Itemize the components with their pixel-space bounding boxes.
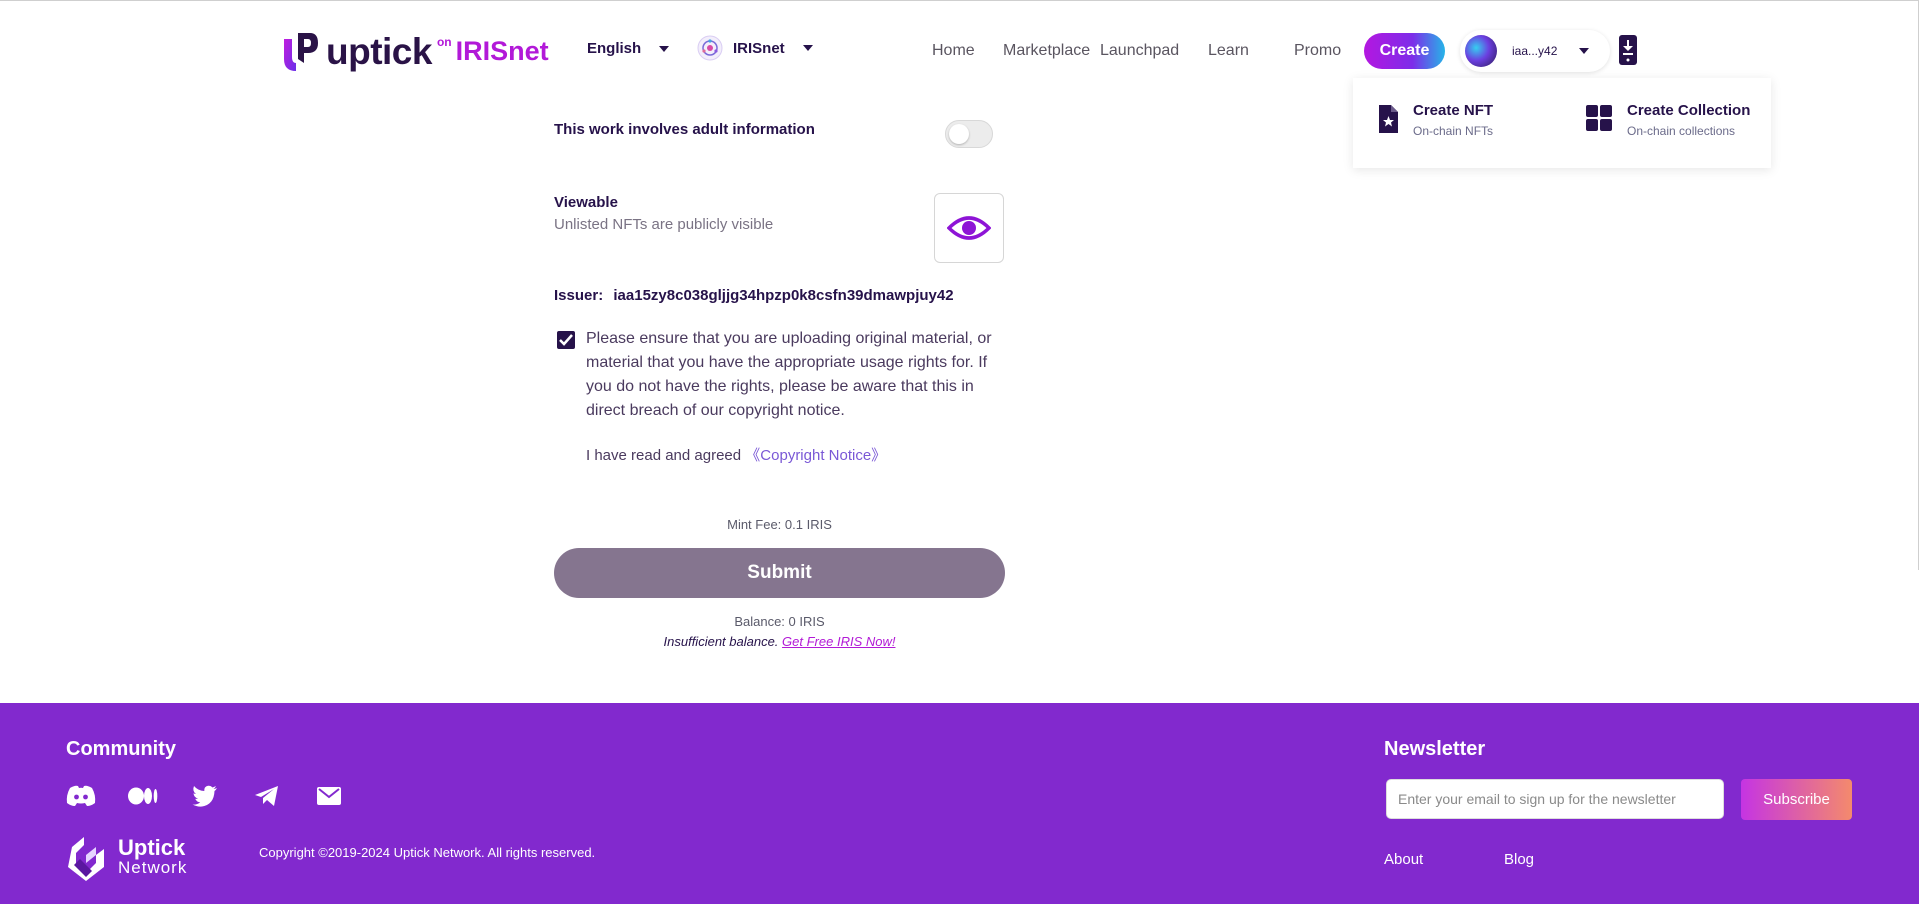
chevron-down-icon (659, 45, 670, 52)
uptick-logo[interactable]: uptick on IRISnet (280, 28, 549, 74)
issuer-row: Issuer: iaa15zy8c038gljjg34hpzp0k8csfn39… (554, 287, 954, 304)
viewable-toggle-button[interactable] (934, 193, 1004, 263)
create-collection-item[interactable]: Create Collection On-chain collections (1585, 102, 1750, 138)
footer-logo-line2: Network (118, 858, 188, 877)
uptick-network-logo[interactable]: Uptick Network (66, 833, 187, 883)
insufficient-text: Insufficient balance. (663, 634, 779, 649)
viewable-label: Viewable (554, 194, 618, 211)
viewable-description: Unlisted NFTs are publicly visible (554, 216, 774, 233)
nav-home[interactable]: Home (932, 42, 975, 60)
create-nft-item[interactable]: Create NFT On-chain NFTs (1377, 102, 1493, 138)
nft-file-icon (1379, 105, 1398, 133)
copyright-text: Copyright ©2019-2024 Uptick Network. All… (259, 845, 596, 860)
balance-text: Balance: 0 IRIS (734, 614, 825, 629)
account-address: iaa...y42 (1512, 44, 1558, 58)
subscribe-button[interactable]: Subscribe (1741, 779, 1852, 820)
adult-content-toggle[interactable] (945, 120, 993, 148)
community-title: Community (66, 738, 176, 760)
checkmark-icon (559, 334, 573, 346)
newsletter-title: Newsletter (1384, 738, 1486, 760)
twitter-icon[interactable] (190, 784, 220, 808)
footer-logo-line1: Uptick (118, 835, 186, 860)
rights-notice: Please ensure that you are uploading ori… (586, 330, 992, 419)
nav-promo[interactable]: Promo (1294, 42, 1341, 60)
language-label: English (587, 40, 642, 57)
mail-icon[interactable] (314, 784, 344, 808)
eye-icon (947, 216, 991, 240)
copyright-notice-link[interactable]: 《Copyright Notice》 (745, 447, 886, 464)
account-menu[interactable]: iaa...y42 (1460, 30, 1610, 72)
agreement-row: I have read and agreed 《Copyright Notice… (586, 444, 886, 465)
chevron-down-icon (1579, 48, 1590, 54)
uptick-network-logo-icon (68, 837, 104, 881)
medium-icon[interactable] (128, 784, 158, 808)
submit-button[interactable]: Submit (554, 548, 1005, 598)
network-label: IRISnet (733, 39, 785, 57)
chevron-down-icon (802, 45, 813, 51)
telegram-icon-svg (255, 786, 278, 806)
irisnet-icon (697, 35, 723, 61)
nav-marketplace[interactable]: Marketplace (1003, 42, 1090, 60)
create-collection-subtitle: On-chain collections (1627, 124, 1736, 138)
avatar (1465, 35, 1497, 67)
logo-on: on (436, 35, 452, 49)
footer-link-blog[interactable]: Blog (1504, 851, 1534, 868)
uptick-logo-icon (284, 33, 318, 71)
footer: Community Uptick Network Copyright ©2019… (0, 703, 1919, 904)
logo-network: IRISnet (455, 35, 549, 66)
discord-icon[interactable] (66, 784, 96, 808)
issuer-label: Issuer: (554, 287, 604, 304)
nav-launchpad[interactable]: Launchpad (1100, 42, 1179, 60)
create-nft-title: Create NFT (1413, 102, 1494, 119)
create-nft-subtitle: On-chain NFTs (1413, 124, 1494, 138)
mail-icon-svg (317, 787, 341, 805)
medium-icon-svg (128, 787, 158, 805)
twitter-icon-svg (192, 785, 217, 807)
nav-learn[interactable]: Learn (1208, 42, 1249, 60)
rights-checkbox[interactable] (557, 331, 575, 349)
network-selector[interactable]: IRISnet (697, 35, 813, 61)
agreement-text: I have read and agreed (586, 447, 742, 464)
top-border (0, 0, 1919, 1)
adult-content-label: This work involves adult information (554, 121, 815, 138)
mint-fee: Mint Fee: 0.1 IRIS (727, 517, 832, 532)
create-collection-title: Create Collection (1627, 102, 1751, 119)
newsletter-email-input[interactable] (1386, 779, 1724, 819)
get-free-iris-link[interactable]: Get Free IRIS Now! (782, 634, 895, 649)
collection-grid-icon (1586, 105, 1612, 131)
create-button[interactable]: Create (1364, 33, 1445, 69)
logo-wordmark: uptick (326, 30, 432, 72)
create-dropdown-menu: Create NFT On-chain NFTs Create Collecti… (1353, 78, 1771, 168)
footer-link-about[interactable]: About (1384, 851, 1423, 868)
insufficient-balance-row: Insufficient balance. Get Free IRIS Now! (554, 634, 1005, 649)
issuer-address: iaa15zy8c038gljjg34hpzp0k8csfn39dmawpjuy… (613, 287, 954, 304)
download-app-icon[interactable] (1618, 34, 1638, 66)
language-selector[interactable]: English (587, 40, 670, 57)
discord-icon-svg (66, 785, 96, 806)
telegram-icon[interactable] (252, 784, 282, 808)
toggle-knob (949, 124, 969, 144)
